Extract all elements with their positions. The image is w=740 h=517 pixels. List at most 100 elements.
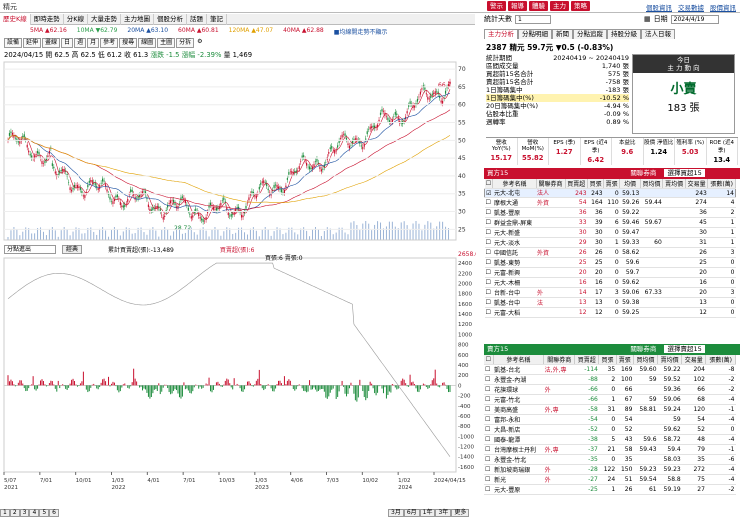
row-checkbox[interactable]: ☐: [484, 434, 494, 445]
gear-icon[interactable]: ⚙: [195, 38, 204, 48]
table-row[interactable]: ☐ 元大-豐原 -25 1 26 61 59.19 27 -2: [484, 484, 736, 495]
report-button[interactable]: 報導: [508, 1, 527, 11]
column-header[interactable]: 張數(萬): [707, 179, 736, 189]
tab-main-analysis[interactable]: 主力分析: [484, 29, 518, 39]
tab-stock-analysis[interactable]: 個股分析: [154, 14, 188, 25]
tool-day[interactable]: 日: [61, 38, 74, 48]
table-row[interactable]: ☐ 凱基-東勢 25 25 0 59.6 25 0: [484, 257, 736, 269]
experience-button[interactable]: 體驗: [529, 1, 548, 11]
row-checkbox[interactable]: ☐: [484, 257, 493, 269]
table-row[interactable]: ☑ 元大-北屯 法人 243 243 0 59.13 243 14: [484, 188, 736, 199]
main-force-button[interactable]: 主力: [550, 1, 569, 11]
table-row[interactable]: ☐ 元富-新興 20 20 0 59.7 20 0: [484, 267, 736, 279]
page-tab-2[interactable]: 2: [9, 509, 20, 517]
tool-split[interactable]: 分拆: [176, 38, 195, 48]
table-row[interactable]: ☐ 中國信託 外資 26 26 0 58.62 26 3: [484, 247, 736, 259]
range-6m[interactable]: 6月: [403, 509, 420, 517]
table-row[interactable]: ☐ 國泰-龍潭 -38 5 43 59.6 58.72 48 -4: [484, 434, 736, 445]
range-3m[interactable]: 3月: [388, 509, 404, 517]
column-header[interactable]: 買均價: [640, 179, 664, 189]
tab-history-kline[interactable]: 歷史K線: [0, 14, 31, 25]
tab-realtime[interactable]: 即時走勢: [31, 14, 64, 25]
row-checkbox[interactable]: ☐: [484, 474, 494, 485]
table-row[interactable]: ☐ 大昌-新店 -52 0 52 59.62 52 0: [484, 424, 736, 435]
column-header[interactable]: 賣張: [616, 355, 634, 365]
column-header[interactable]: 買賣超: [565, 179, 589, 189]
table-row[interactable]: ☐ 永豐金-內湖 -88 2 100 59 59.52 102 -2: [484, 374, 736, 385]
row-checkbox[interactable]: ☐: [484, 464, 494, 475]
tool-draw[interactable]: 畫線: [42, 38, 61, 48]
table-row[interactable]: ☐ 凱基-台北 法,外,專 -114 35 169 59.60 59.22 204 -8: [484, 364, 736, 375]
column-header[interactable]: 參考名稱: [492, 179, 537, 189]
range-more[interactable]: 更多: [451, 509, 470, 517]
page-tab-4[interactable]: 4: [29, 509, 40, 517]
row-checkbox[interactable]: ☐: [484, 484, 494, 495]
row-checkbox[interactable]: ☐: [484, 414, 494, 425]
link-price-info[interactable]: 股價資訊: [710, 2, 736, 12]
tab-big-volume[interactable]: 大量走勢: [88, 14, 122, 25]
range-1y[interactable]: 1年: [419, 509, 436, 517]
row-checkbox[interactable]: ☐: [484, 307, 493, 319]
tab-branch-detail[interactable]: 分點明細: [518, 29, 552, 39]
column-header[interactable]: 買張: [587, 179, 605, 189]
table-row[interactable]: ☐ 永豐金-竹北 -35 0 35 58.03 35 -6: [484, 454, 736, 465]
tool-reference[interactable]: 參考: [100, 38, 119, 48]
page-tab-3[interactable]: 3: [19, 509, 30, 517]
range-3y[interactable]: 3年: [435, 509, 452, 517]
table-row[interactable]: ☐ 群益金鼎-屏東 33 39 6 59.46 59.67 45 1: [484, 217, 736, 229]
table-row[interactable]: ☐ 摩根大通 外資 54 164 110 59.26 59.44 274 4: [484, 197, 736, 209]
page-tab-5[interactable]: 5: [39, 509, 50, 517]
column-header[interactable]: 關聯券商: [543, 355, 576, 365]
row-checkbox[interactable]: ☐: [484, 197, 493, 209]
tab-inst-daily[interactable]: 法人日報: [641, 29, 675, 39]
strategy-button[interactable]: 策略: [571, 1, 590, 11]
table-row[interactable]: ☐ 花旗環球外 -66 0 66 59.36 66 -2: [484, 384, 736, 395]
tab-minute-kline[interactable]: 分K線: [64, 14, 89, 25]
row-checkbox[interactable]: ☐: [484, 384, 494, 395]
column-header[interactable]: 交易量: [681, 355, 707, 365]
table-row[interactable]: ☐ 美商高盛 外,專 -58 31 89 58.81 59.24 120 -1: [484, 404, 736, 415]
column-header[interactable]: 張數(萬): [705, 355, 736, 365]
link-trade-data[interactable]: 交易數據: [678, 2, 704, 12]
column-header[interactable]: 賣均價: [662, 179, 686, 189]
row-checkbox[interactable]: ☐: [484, 444, 494, 455]
row-checkbox[interactable]: ☐: [484, 394, 494, 405]
row-checkbox[interactable]: ☐: [484, 217, 493, 229]
row-checkbox[interactable]: ☐: [484, 364, 494, 375]
tool-month[interactable]: 月: [87, 38, 100, 48]
column-header[interactable]: 買賣超: [574, 355, 600, 365]
table-row[interactable]: ☐ 元大-新盛 30 30 0 59.47 30 1: [484, 227, 736, 239]
ma-toggle-label[interactable]: ■均線開走勢不顯示: [334, 27, 388, 36]
column-header[interactable]: 交易量: [685, 179, 709, 189]
tool-extend[interactable]: 延伸: [23, 38, 42, 48]
row-checkbox[interactable]: ☐: [484, 227, 493, 239]
sell-toggle[interactable]: 關聯券商: [630, 345, 656, 353]
indicator-classic-button[interactable]: 經典: [62, 244, 83, 254]
stock-chart[interactable]: 66.7 28.72 70 65 60 55 50 45 40 35 30 25 2400 2200 20…: [0, 60, 476, 508]
table-row[interactable]: ☐ 元大-淡水 29 30 1 59.33 60 31 1: [484, 237, 736, 249]
buy-toggle[interactable]: 關聯券商: [630, 169, 656, 177]
tab-main-force-map[interactable]: 主力地圖: [121, 14, 155, 25]
column-header[interactable]: 賣均價: [657, 355, 683, 365]
warning-button[interactable]: 警示: [487, 1, 506, 11]
checkbox-icon[interactable]: ☐: [484, 355, 494, 365]
sell-select[interactable]: 選擇賣超15: [664, 345, 705, 353]
column-header[interactable]: 均價: [619, 179, 641, 189]
row-checkbox[interactable]: ☐: [484, 404, 494, 415]
row-checkbox[interactable]: ☐: [484, 287, 493, 299]
tool-search[interactable]: 搜尋: [119, 38, 138, 48]
column-header[interactable]: 買均價: [633, 355, 659, 365]
tool-week[interactable]: 週: [74, 38, 87, 48]
tool-chart[interactable]: 線圖: [138, 38, 157, 48]
page-tab-6[interactable]: 6: [49, 509, 59, 517]
row-checkbox[interactable]: ☐: [484, 207, 493, 219]
tool-main[interactable]: 主圖: [157, 38, 176, 48]
table-row[interactable]: ☐ 元富-竹北 -66 1 67 59 59.06 68 -4: [484, 394, 736, 405]
row-checkbox[interactable]: ☐: [484, 454, 494, 465]
tab-notes[interactable]: 筆記: [207, 14, 228, 25]
row-checkbox[interactable]: ☐: [484, 277, 493, 289]
table-row[interactable]: ☐ 凱基-台中法 13 13 0 59.38 13 0: [484, 297, 736, 309]
table-row[interactable]: ☐ 元大-木柵 16 16 0 59.62 16 0: [484, 277, 736, 289]
row-checkbox[interactable]: ☐: [484, 247, 493, 259]
row-checkbox[interactable]: ☑: [484, 188, 493, 199]
